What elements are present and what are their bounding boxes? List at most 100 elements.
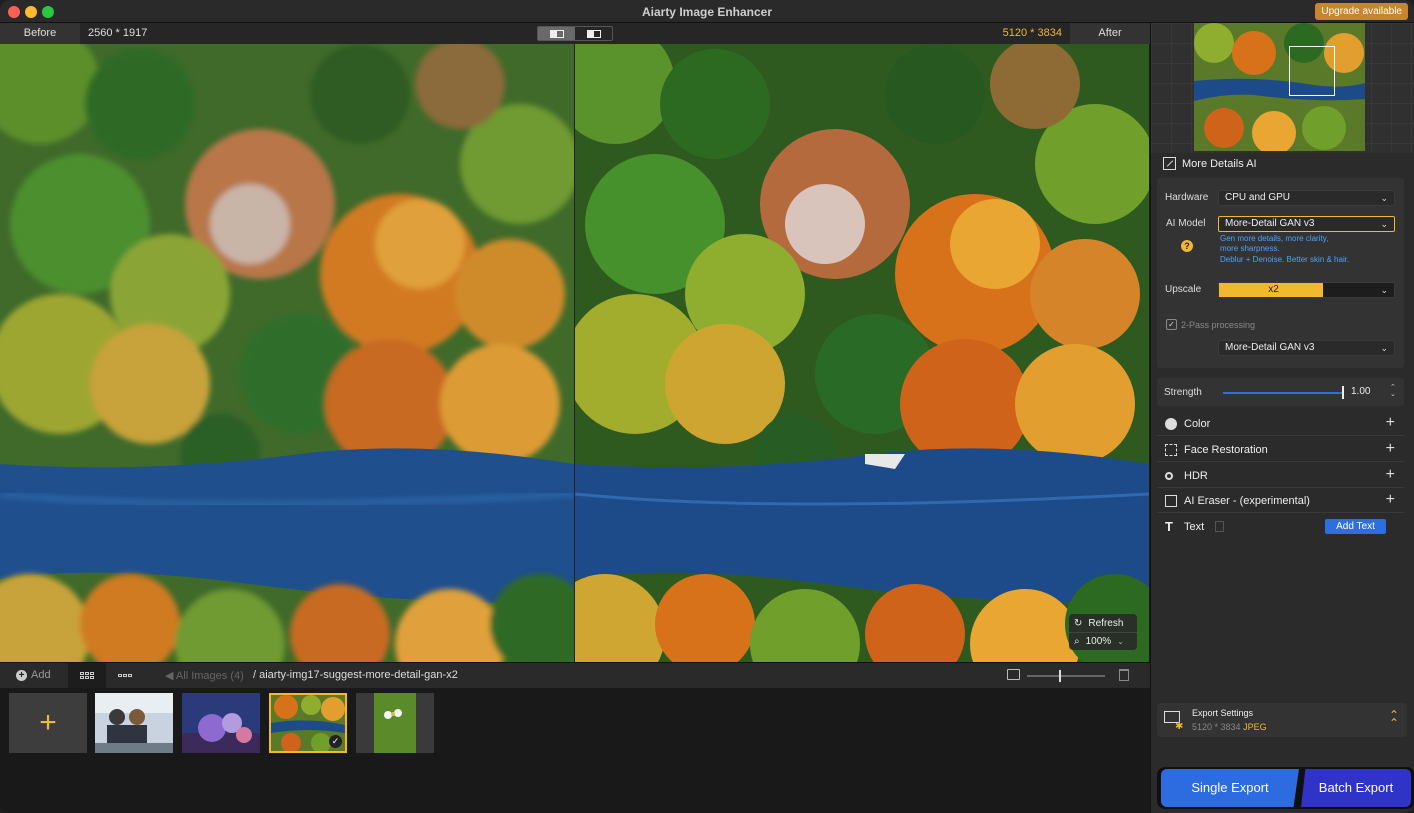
upscale-value: x2 (1219, 283, 1323, 297)
feature-color[interactable]: Color + (1157, 412, 1404, 436)
chevron-double-up-icon[interactable]: ⌃ ⌃ (1389, 709, 1399, 729)
single-export-button[interactable]: Single Export (1161, 769, 1299, 807)
navigator-viewport-box[interactable] (1289, 46, 1335, 96)
chevron-down-icon: ⌄ (1380, 219, 1388, 229)
thumbnail-item-selected[interactable]: ✓ (269, 693, 347, 753)
thumbnail-image (356, 693, 434, 753)
ai-model-desc-line: more sharpness. (1220, 244, 1280, 253)
two-pass-model-select[interactable]: More-Detail GAN v3 ⌄ (1218, 340, 1395, 356)
side-by-side-view-button[interactable] (575, 27, 612, 40)
split-view-button[interactable] (538, 27, 575, 40)
hardware-select[interactable]: CPU and GPU ⌄ (1218, 190, 1395, 206)
chevron-down-icon: ⌄ (1380, 285, 1388, 295)
ai-settings-card: Hardware CPU and GPU ⌄ AI Model More-Det… (1157, 178, 1404, 368)
strength-slider-knob[interactable] (1342, 386, 1344, 399)
ai-model-select[interactable]: More-Detail GAN v3 ⌄ (1218, 216, 1395, 232)
all-images-link[interactable]: ◀ All Images (4) (165, 669, 244, 682)
expand-plus-icon[interactable]: + (1386, 414, 1395, 432)
back-arrow-icon: ◀ (165, 670, 176, 682)
title-bar: Aiarty Image Enhancer Upgrade available (0, 0, 1414, 23)
after-tab[interactable]: After (1070, 23, 1150, 44)
zoom-dropdown[interactable]: ⌕ 100% ⌄ (1069, 632, 1137, 650)
strength-stepper[interactable]: ⌃ ⌄ (1390, 384, 1396, 398)
zoom-icon: ⌕ (1074, 636, 1080, 647)
help-icon[interactable]: ? (1181, 240, 1193, 252)
hdr-icon (1165, 472, 1173, 480)
upscale-label: Upscale (1165, 284, 1202, 295)
window-title: Aiarty Image Enhancer (641, 5, 773, 19)
add-images-button[interactable]: + Add (16, 669, 51, 681)
two-pass-checkbox[interactable]: ✓ (1166, 319, 1177, 330)
thumbnail-item[interactable] (356, 693, 434, 753)
feature-ai-eraser[interactable]: AI Eraser - (experimental) + (1157, 489, 1404, 513)
grid-icon (80, 672, 94, 679)
feature-face-restoration[interactable]: Face Restoration + (1157, 438, 1404, 462)
app-window: Aiarty Image Enhancer Upgrade available … (0, 0, 1414, 813)
navigator (1151, 23, 1414, 153)
chevron-down-icon: ⌄ (1117, 637, 1124, 646)
export-settings-detail: 5120 * 3834 JPEG (1192, 722, 1267, 732)
strength-control: Strength 1.00 ⌃ ⌄ (1157, 378, 1404, 406)
after-resolution: 5120 * 3834 (1002, 27, 1062, 39)
after-image[interactable] (575, 44, 1149, 662)
side-by-side-icon (586, 29, 601, 38)
thumbnail-strip: + ✓ (0, 688, 1150, 813)
expand-plus-icon[interactable]: + (1386, 466, 1395, 484)
before-tab[interactable]: Before (0, 23, 80, 44)
add-thumbnail-button[interactable]: + (9, 693, 87, 753)
palette-icon (1165, 418, 1177, 430)
breadcrumb: / aiarty-img17-suggest-more-detail-gan-x… (253, 669, 458, 681)
before-image[interactable] (0, 44, 574, 662)
strip-view-button[interactable] (110, 663, 140, 688)
refresh-button[interactable]: ↻ Refresh (1069, 614, 1137, 632)
eraser-icon (1165, 495, 1177, 507)
upgrade-button[interactable]: Upgrade available (1315, 3, 1408, 20)
strength-label: Strength (1164, 387, 1202, 398)
ai-model-value: More-Detail GAN v3 (1225, 218, 1315, 229)
feature-label: Color (1184, 418, 1211, 430)
view-mode-switch (537, 26, 613, 41)
two-pass-model-value: More-Detail GAN v3 (1225, 342, 1315, 353)
ai-model-desc-line: Gen more details, more clarity, (1220, 234, 1329, 243)
batch-export-button[interactable]: Batch Export (1301, 769, 1411, 807)
two-pass-label: 2-Pass processing (1181, 320, 1256, 330)
trash-icon[interactable] (1215, 521, 1224, 532)
thumbnail-item[interactable] (95, 693, 173, 753)
export-settings-title: Export Settings (1192, 708, 1254, 718)
refresh-label: Refresh (1088, 617, 1124, 629)
gallery-toolbar: + Add ◀ All Images (4) / aiarty-img17-su… (0, 662, 1150, 688)
add-icon: + (16, 669, 27, 681)
expand-plus-icon[interactable]: + (1386, 491, 1395, 509)
compare-header: Before 2560 * 1917 5120 * 3834 After (0, 23, 1150, 44)
ai-model-label: AI Model (1166, 218, 1206, 229)
mode-header: More Details AI (1163, 157, 1257, 170)
strength-slider[interactable] (1223, 392, 1343, 394)
upscale-select[interactable]: x2 ⌄ (1218, 282, 1395, 298)
before-resolution: 2560 * 1917 (88, 27, 148, 39)
feature-hdr[interactable]: HDR + (1157, 464, 1404, 488)
before-image-art (0, 44, 574, 662)
expand-plus-icon[interactable]: + (1386, 440, 1395, 458)
feature-label: Face Restoration (1184, 444, 1268, 456)
add-text-button[interactable]: Add Text (1325, 519, 1386, 534)
split-view-icon (549, 29, 564, 38)
all-images-label: All Images (4) (175, 670, 244, 682)
settings-panel: More Details AI Hardware CPU and GPU ⌄ A… (1150, 23, 1414, 813)
zoom-label: 100% (1085, 636, 1112, 647)
export-settings[interactable]: ✱ Export Settings 5120 * 3834 JPEG ⌃ ⌃ (1157, 703, 1407, 737)
image-size-icon (1007, 669, 1020, 680)
thumbnail-item[interactable] (182, 693, 260, 753)
trash-icon[interactable] (1119, 669, 1129, 681)
grid-view-button[interactable] (68, 663, 106, 688)
mode-label: More Details AI (1182, 157, 1257, 170)
export-buttons: Single Export Batch Export (1157, 767, 1414, 809)
filmstrip-icon (118, 674, 132, 677)
slider-knob[interactable] (1059, 670, 1061, 682)
refresh-icon: ↻ (1074, 617, 1083, 629)
navigator-preview[interactable] (1194, 23, 1365, 151)
export-format: JPEG (1243, 722, 1267, 732)
chevron-down-icon: ⌄ (1380, 193, 1388, 203)
thumbnail-size-slider[interactable] (1027, 670, 1105, 682)
strength-value[interactable]: 1.00 (1351, 386, 1370, 397)
preview-controls: ↻ Refresh ⌕ 100% ⌄ (1069, 614, 1137, 650)
